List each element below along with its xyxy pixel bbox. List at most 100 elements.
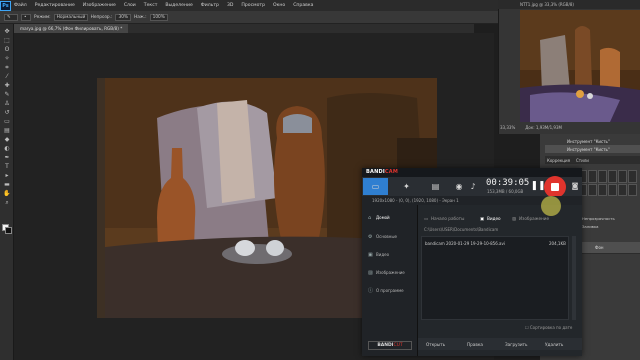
move-tool-icon[interactable]: ✥ xyxy=(3,28,11,35)
nav-image[interactable]: ▨ Изображение xyxy=(368,268,405,277)
healing-tool-icon[interactable]: ✚ xyxy=(3,82,11,89)
adjustment-icon[interactable] xyxy=(608,183,617,196)
menu-file[interactable]: Файл xyxy=(14,3,27,8)
menu-edit[interactable]: Редактирование xyxy=(35,3,75,8)
recording-size: 153,3MB / 60,0GB xyxy=(487,189,524,194)
menu-image[interactable]: Изображение xyxy=(83,3,116,8)
screen-mode-button[interactable]: ▭ xyxy=(363,178,388,195)
blur-tool-icon[interactable]: ◆ xyxy=(3,136,11,143)
edit-label: Правка xyxy=(467,341,483,347)
brush-preset-picker[interactable]: ✎ xyxy=(4,13,18,21)
nav-about[interactable]: ⓘ О программе xyxy=(368,286,404,295)
bandicam-logo: BANDICAM xyxy=(366,169,398,175)
adjustment-icon[interactable] xyxy=(628,170,637,183)
mode-label: Режим: xyxy=(34,14,51,20)
upload-button[interactable]: Загрузить xyxy=(505,340,527,348)
game-mode-button[interactable]: ✦ xyxy=(394,178,419,195)
tab-correction[interactable]: Коррекция xyxy=(547,158,570,163)
reference-photo xyxy=(520,10,640,122)
nav-home[interactable]: ⌂ Домой xyxy=(368,213,390,222)
adjustment-icon[interactable] xyxy=(628,183,637,196)
history-item[interactable]: Инструмент "Кисть" xyxy=(545,137,640,145)
nav-general[interactable]: ⚙ Основные xyxy=(368,232,397,241)
layer-row[interactable]: Фон xyxy=(577,242,640,254)
dodge-tool-icon[interactable]: ◐ xyxy=(3,145,11,152)
hand-tool-icon[interactable]: ✋ xyxy=(3,190,11,197)
menu-view[interactable]: Просмотр xyxy=(241,3,265,8)
navigator-status: 33,33% Док: 1,93M/1,93M xyxy=(498,123,640,132)
sort-by-date-checkbox[interactable]: ☐ Сортировка по дате xyxy=(525,325,572,330)
open-button[interactable]: Открыть xyxy=(426,340,445,348)
edit-button[interactable]: Правка xyxy=(467,340,483,348)
lasso-tool-icon[interactable]: ʘ xyxy=(3,46,11,53)
zoom-tool-icon[interactable]: ⌕ xyxy=(3,199,11,206)
record-stop-button[interactable] xyxy=(544,176,566,198)
tab-video[interactable]: ▣ Видео xyxy=(480,214,501,223)
menu-layers[interactable]: Слои xyxy=(124,3,136,8)
layers-fill-row: Заливка xyxy=(582,222,640,230)
tab-get-started[interactable]: ▭ Начало работы xyxy=(424,214,464,223)
history-brush-tool-icon[interactable]: ↺ xyxy=(3,109,11,116)
gear-icon: ⚙ xyxy=(368,233,373,240)
opacity-label: Непрозр.: xyxy=(90,14,113,20)
menu-select[interactable]: Выделение xyxy=(165,3,192,8)
adjustment-icon[interactable] xyxy=(598,183,607,196)
document-tab[interactable]: marya.jpg @ 66,7% (Фон Филировать, RGB/8… xyxy=(14,24,129,33)
eraser-tool-icon[interactable]: ▭ xyxy=(3,118,11,125)
adjustment-icon[interactable] xyxy=(588,183,597,196)
video-icon: ▣ xyxy=(368,251,373,258)
nav-video-label: Видео xyxy=(376,252,390,257)
microphone-icon[interactable]: ♪ xyxy=(466,178,480,195)
upload-label: Загрузить xyxy=(505,341,528,347)
flow-field[interactable]: 100% xyxy=(149,13,168,21)
tools-panel: ✥ ⬚ ʘ ✧ ⌗ ⁄ ✚ ✎ ♙ ↺ ▭ ▤ ◆ ◐ ✒ T ▸ ▬ ✋ ⌕ xyxy=(0,24,14,360)
tab-styles[interactable]: Стили xyxy=(576,158,589,163)
menu-window[interactable]: Окно xyxy=(273,3,285,8)
navigator-zoom[interactable]: 33,33% xyxy=(500,125,515,130)
magic-wand-tool-icon[interactable]: ✧ xyxy=(3,55,11,62)
path-select-tool-icon[interactable]: ▸ xyxy=(3,172,11,179)
flow-label: Наж.: xyxy=(134,14,147,20)
pause-button[interactable]: ❚❚ xyxy=(530,180,545,192)
adjustment-icon[interactable] xyxy=(618,183,627,196)
shape-tool-icon[interactable]: ▬ xyxy=(3,181,11,188)
device-mode-button[interactable]: ▤ xyxy=(423,178,448,195)
pen-tool-icon[interactable]: ✒ xyxy=(3,154,11,161)
type-tool-icon[interactable]: T xyxy=(3,163,11,170)
layer-name: Фон xyxy=(595,245,604,250)
brush-tool-icon[interactable]: ✎ xyxy=(3,91,11,98)
logo-main: BANDI xyxy=(366,169,385,175)
stop-icon xyxy=(551,183,559,191)
menu-filter[interactable]: Фильтр xyxy=(201,3,219,8)
opacity-field[interactable]: 30% xyxy=(115,13,132,21)
webcam-toggle-icon[interactable]: ◉ xyxy=(452,178,466,195)
file-list xyxy=(421,236,569,320)
adjustment-icon[interactable] xyxy=(588,170,597,183)
history-item[interactable]: Инструмент "Кисть" xyxy=(545,145,640,153)
delete-button[interactable]: Удалить xyxy=(545,340,563,348)
screenshot-camera-icon[interactable]: ◙ xyxy=(569,180,581,192)
file-list-scrollbar[interactable] xyxy=(572,236,576,320)
file-name[interactable]: bandicam 2020-01-29 19-29-10-856.avi xyxy=(425,241,505,246)
tab-image[interactable]: ▨ Изображение xyxy=(512,214,549,223)
layers-opacity-label: Непрозрачность xyxy=(582,215,615,221)
marquee-tool-icon[interactable]: ⬚ xyxy=(3,37,11,44)
nav-video[interactable]: ▣ Видео xyxy=(368,250,389,259)
adjustment-icon[interactable] xyxy=(598,170,607,183)
menu-text[interactable]: Текст xyxy=(144,3,158,8)
menu-3d[interactable]: 3D xyxy=(227,3,233,8)
crop-tool-icon[interactable]: ⌗ xyxy=(3,64,11,71)
gradient-tool-icon[interactable]: ▤ xyxy=(3,127,11,134)
bandicut-button[interactable]: BANDI CUT xyxy=(368,341,412,350)
adjustments-tabs: Коррекция Стили xyxy=(545,156,640,164)
eyedropper-tool-icon[interactable]: ⁄ xyxy=(3,73,11,80)
mode-select[interactable]: Нормальный xyxy=(53,13,88,21)
background-color-swatch[interactable] xyxy=(5,227,12,234)
menu-help[interactable]: Справка xyxy=(293,3,313,8)
stamp-tool-icon[interactable]: ♙ xyxy=(3,100,11,107)
navigator-preview[interactable] xyxy=(520,10,640,122)
logo-accent: CAM xyxy=(384,169,399,175)
adjustment-icon[interactable] xyxy=(608,170,617,183)
brush-size-picker[interactable]: • xyxy=(21,13,31,21)
adjustment-icon[interactable] xyxy=(618,170,627,183)
